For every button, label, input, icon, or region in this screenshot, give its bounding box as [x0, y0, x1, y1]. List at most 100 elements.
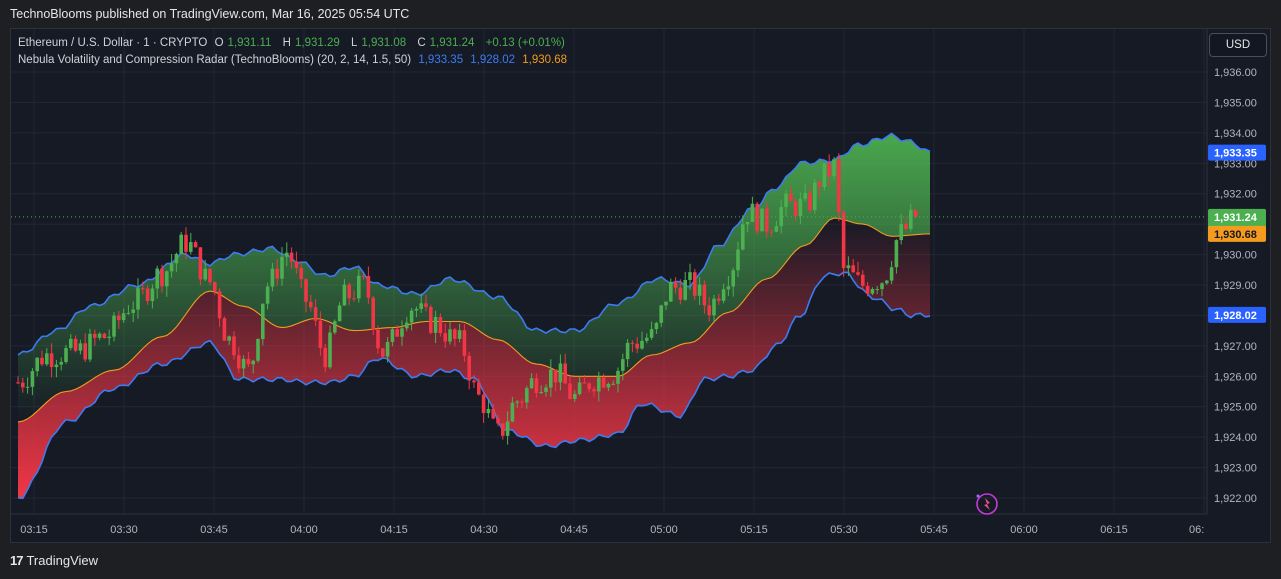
time-tick-label: 03:15: [20, 524, 48, 536]
candle-body: [285, 252, 289, 257]
indicator-name[interactable]: Nebula Volatility and Compression Radar …: [18, 54, 411, 66]
price-tick-label: 1,925.00: [1214, 402, 1257, 414]
price-tag: 1,930.68: [1208, 225, 1266, 242]
candle-body: [256, 339, 260, 361]
candle-body: [520, 401, 524, 403]
indicator-upper-value: 1,933.35: [418, 54, 464, 66]
candle-body: [745, 222, 750, 225]
candle-body: [179, 234, 183, 254]
candle-body: [793, 201, 798, 217]
currency-button[interactable]: USD: [1209, 33, 1267, 57]
candle-body: [136, 288, 140, 310]
candle-body: [515, 401, 519, 403]
candle-body: [21, 382, 25, 388]
time-tick-label: 04:15: [380, 524, 408, 536]
candle-body: [889, 267, 894, 281]
candle-body: [909, 209, 913, 229]
candle-body: [371, 297, 375, 330]
candle-body: [621, 359, 625, 371]
price-chart[interactable]: 1,922.00 1,923.00 1,924.00 1,925.00 1,926.00…: [0, 0, 1281, 579]
candle-body: [755, 203, 759, 232]
candle-body: [669, 281, 673, 302]
candle-body: [112, 315, 116, 337]
candle-body: [280, 256, 284, 279]
time-tick-label: 06:15: [1100, 524, 1128, 536]
candle-body: [294, 261, 299, 269]
candle-body: [736, 249, 740, 271]
candle-body: [865, 285, 870, 294]
candle-body: [424, 303, 428, 307]
candle-body: [429, 306, 433, 333]
candle-body: [832, 159, 836, 176]
time-tick-label: 03:30: [110, 524, 138, 536]
candle-body: [83, 343, 87, 360]
candle-body: [309, 301, 313, 308]
candle-body: [313, 307, 318, 321]
candle-body: [361, 275, 366, 277]
price-tick-label: 1,927.00: [1214, 341, 1257, 353]
candle-body: [731, 270, 735, 287]
time-tick-label: 05:30: [830, 524, 858, 536]
candle-body: [563, 363, 567, 384]
price-tag: 1,928.02: [1208, 306, 1266, 323]
candle-body: [913, 209, 918, 217]
candle-body: [69, 338, 73, 349]
candle-body: [126, 312, 131, 314]
price-tag: 1,933.35: [1208, 144, 1266, 161]
replay-icon[interactable]: [976, 493, 998, 515]
candle-body: [299, 268, 303, 280]
candle-body: [409, 310, 414, 323]
candle-body: [193, 242, 198, 248]
candle-body: [289, 252, 294, 262]
candle-body: [145, 288, 150, 302]
time-axis[interactable]: 03:15 03:30 03:45 04:00 04:15 04:30 04:45 05:00…: [11, 513, 1207, 536]
candle-body: [717, 298, 721, 301]
candle-body: [817, 182, 822, 188]
candle-body: [678, 287, 683, 300]
candle-body: [549, 369, 553, 388]
candle-body: [904, 223, 908, 229]
candle-body: [573, 394, 577, 399]
candle-body: [606, 383, 611, 388]
candle-body: [304, 279, 308, 302]
candle-body: [774, 226, 779, 232]
price-axis[interactable]: 1,922.00 1,923.00 1,924.00 1,925.00 1,926.00…: [1206, 29, 1257, 514]
candle-body: [275, 268, 279, 279]
candle-body: [265, 286, 270, 304]
symbol-name[interactable]: Ethereum / U.S. Dollar · 1 · CRYPTO: [18, 37, 207, 49]
candle-body: [712, 298, 716, 316]
indicator-row: Nebula Volatility and Compression Radar …: [18, 52, 571, 69]
price-tick-label: 1,923.00: [1214, 463, 1257, 475]
tradingview-logo[interactable]: 17 TradingView: [10, 553, 98, 568]
candle-body: [342, 284, 347, 306]
candle-body: [102, 333, 107, 339]
candle-body: [165, 271, 169, 287]
price-tag-label: 1,928.02: [1214, 310, 1257, 322]
candle-body: [97, 333, 102, 338]
candle-body: [453, 329, 457, 339]
candle-body: [707, 305, 711, 316]
candle-body: [885, 280, 889, 284]
candle-body: [837, 159, 841, 213]
candle-body: [376, 329, 380, 349]
candle-body: [16, 382, 20, 384]
candle-body: [347, 284, 351, 299]
candle-body: [760, 208, 764, 232]
price-tick-label: 1,935.00: [1214, 97, 1257, 109]
lower-nebula-fill: [18, 218, 930, 499]
candle-body: [352, 298, 356, 300]
candle-body: [491, 408, 495, 419]
candle-body: [841, 212, 846, 269]
time-tick-label: 05:00: [650, 524, 678, 536]
candle-body: [558, 363, 563, 383]
candle-body: [59, 361, 63, 365]
nebula-bands: [17, 132, 931, 500]
candle-body: [414, 308, 419, 311]
candle-body: [539, 391, 543, 394]
close-value: 1,931.24: [429, 37, 475, 49]
time-tick-label: 04:45: [560, 524, 588, 536]
candle-body: [625, 342, 630, 360]
candle-body: [160, 268, 164, 287]
symbol-row: Ethereum / U.S. Dollar · 1 · CRYPTO O 1,9…: [18, 37, 565, 49]
candle-body: [534, 378, 539, 394]
